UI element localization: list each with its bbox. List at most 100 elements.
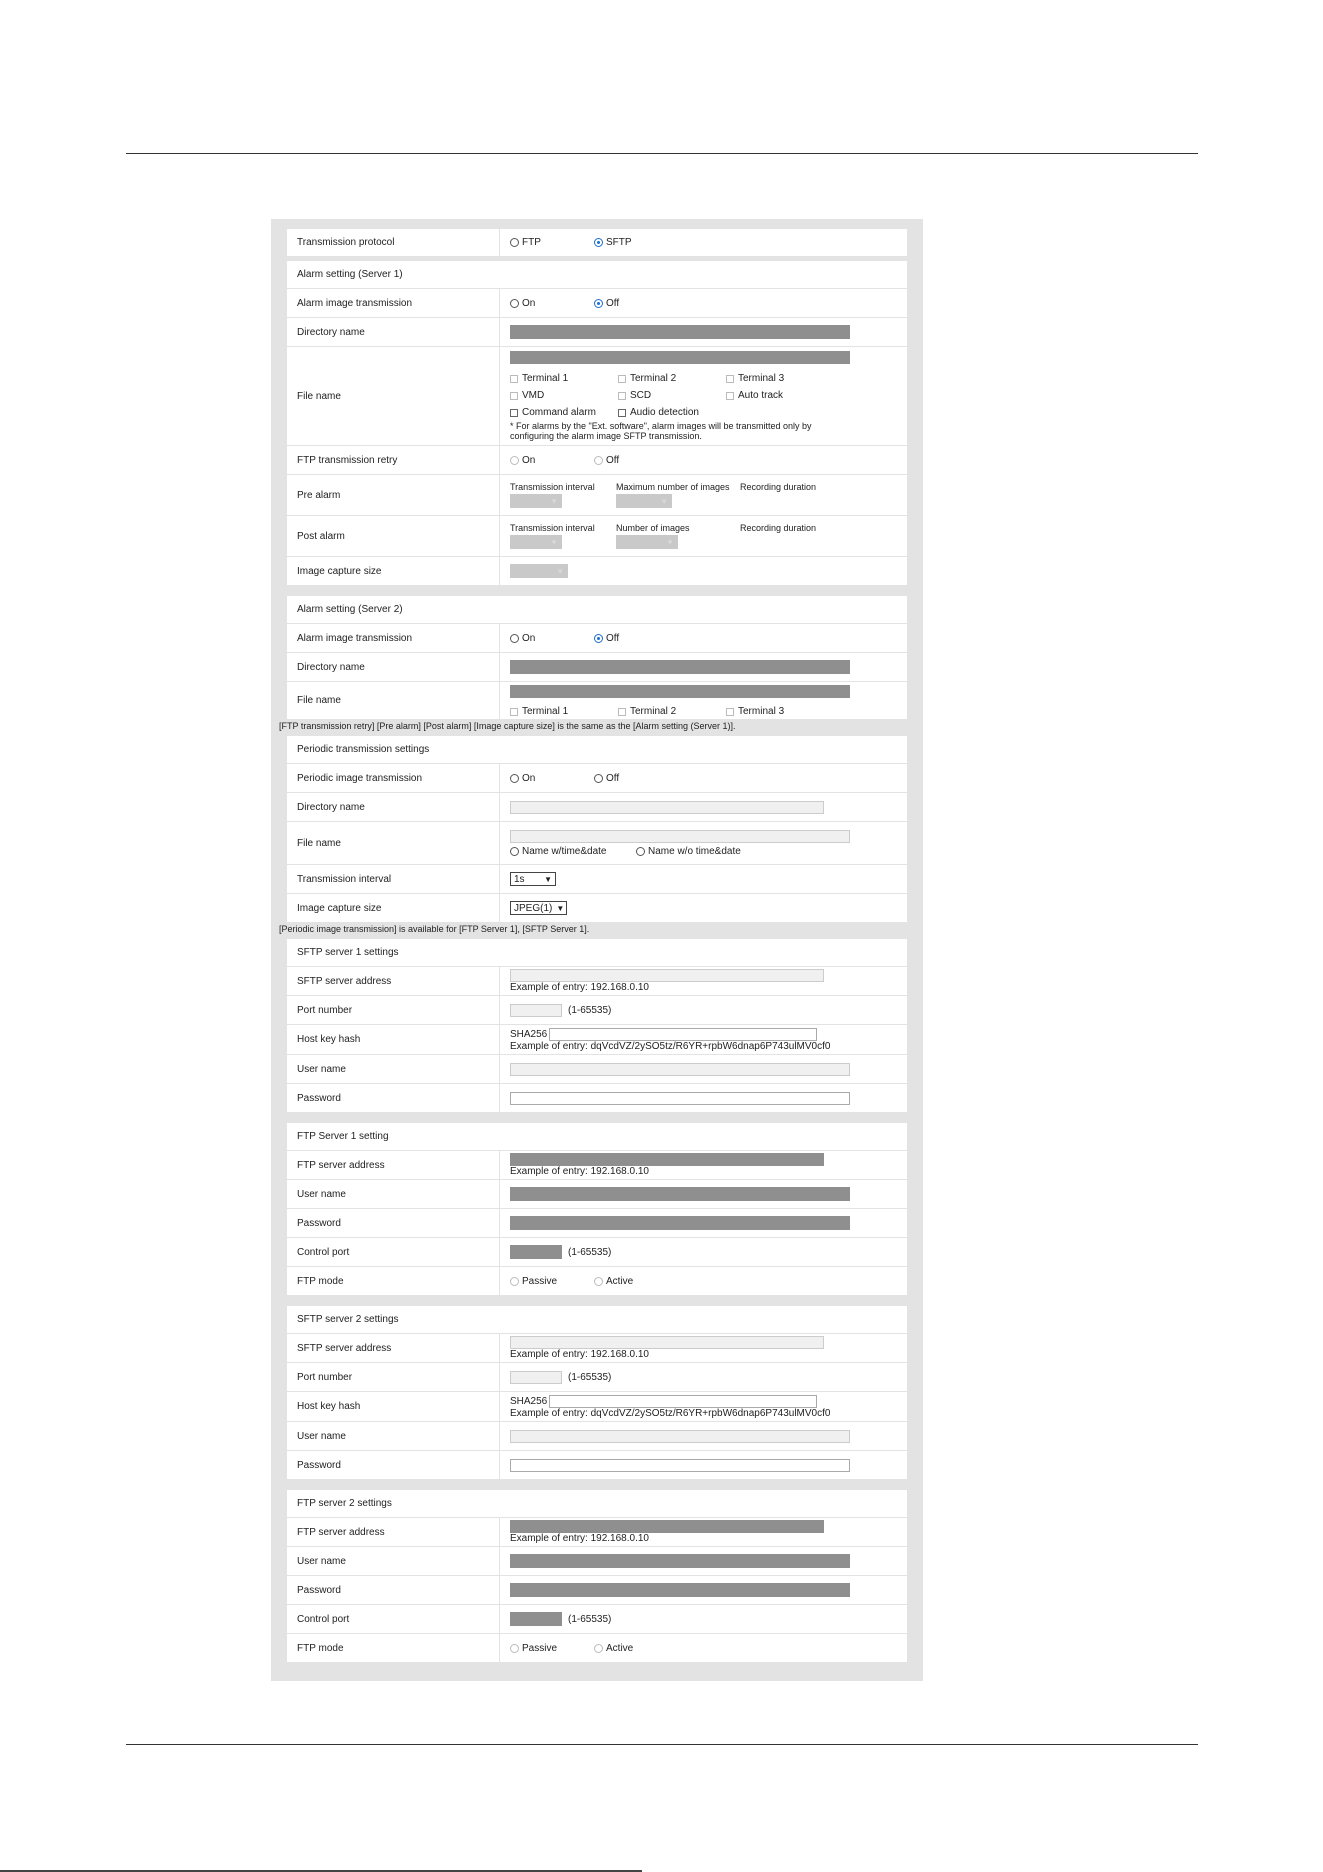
alarm1-terminal1-check[interactable]: Terminal 1 <box>510 373 618 384</box>
periodic-on-radio[interactable]: On <box>510 773 594 784</box>
protocol-label: Transmission protocol <box>287 229 500 256</box>
alarm1-autotrack-check[interactable]: Auto track <box>726 390 834 401</box>
alarm1-retry-off-radio[interactable]: Off <box>594 455 619 466</box>
sftp1-port-input[interactable] <box>510 1003 562 1017</box>
alarm1-header: Alarm setting (Server 1) <box>297 269 403 280</box>
alarm1-audio-check[interactable]: Audio detection <box>618 407 726 418</box>
alarm1-command-check[interactable]: Command alarm <box>510 407 618 418</box>
sftp1-hash-example: Example of entry: dqVcdVZ/2ySO5tz/R6YR+r… <box>510 1040 831 1052</box>
alarm1-terminal2-check[interactable]: Terminal 2 <box>618 373 726 384</box>
ftp2-port-range: (1-65535) <box>568 1613 612 1625</box>
alarm1-capture-select[interactable]: ▼ <box>510 564 568 578</box>
chevron-down-icon: ▼ <box>666 537 674 547</box>
alarm2-terminal2-check[interactable]: Terminal 2 <box>618 706 726 717</box>
sftp2-user-label: User name <box>287 1422 500 1450</box>
ftp1-address-input[interactable] <box>510 1153 824 1166</box>
alarm2-directory-input[interactable] <box>510 660 850 674</box>
name-with-timedate-radio[interactable]: Name w/time&date <box>510 846 636 857</box>
alarm1-filename-input[interactable] <box>510 351 850 364</box>
alarm2-off-radio[interactable]: Off <box>594 633 619 644</box>
pre-alarm-label: Pre alarm <box>287 475 500 515</box>
sftp1-address-input[interactable] <box>510 969 824 982</box>
sftp2-hash-example: Example of entry: dqVcdVZ/2ySO5tz/R6YR+r… <box>510 1407 831 1419</box>
sftp2-address-input[interactable] <box>510 1336 824 1349</box>
settings-panel: Transmission protocol FTP SFTP Alarm set… <box>271 219 923 1681</box>
periodic-transmission-label: Periodic image transmission <box>287 764 500 792</box>
periodic-off-radio[interactable]: Off <box>594 773 619 784</box>
protocol-row: Transmission protocol FTP SFTP <box>287 229 907 256</box>
radio-icon <box>594 773 603 783</box>
post-alarm-interval-select[interactable]: ▼ <box>510 535 562 549</box>
alarm1-note-line2: configuring the alarm image SFTP transmi… <box>510 431 702 441</box>
sftp1-user-input[interactable] <box>510 1062 850 1076</box>
checkbox-icon <box>726 707 734 716</box>
checkbox-icon <box>510 408 518 417</box>
periodic-interval-label: Transmission interval <box>287 865 500 893</box>
alarm1-off-radio[interactable]: Off <box>594 298 619 309</box>
sftp2-password-input[interactable] <box>510 1458 850 1472</box>
radio-icon <box>510 1643 519 1653</box>
ftp1-active-radio[interactable]: Active <box>594 1276 633 1287</box>
alarm2-terminal3-check[interactable]: Terminal 3 <box>726 706 834 717</box>
periodic-directory-input[interactable] <box>510 800 824 814</box>
periodic-header: Periodic transmission settings <box>297 744 430 755</box>
alarm2-terminal1-check[interactable]: Terminal 1 <box>510 706 618 717</box>
alarm1-directory-input[interactable] <box>510 325 850 339</box>
ftp1-port-range: (1-65535) <box>568 1246 612 1258</box>
alarm1-terminal3-check[interactable]: Terminal 3 <box>726 373 834 384</box>
ftp1-port-input[interactable] <box>510 1245 562 1259</box>
sftp2-address-label: SFTP server address <box>287 1334 500 1362</box>
radio-selected-icon <box>594 298 603 308</box>
radio-icon <box>510 846 519 856</box>
ftp1-address-label: FTP server address <box>287 1151 500 1179</box>
pre-alarm-duration-label: Recording duration <box>740 482 817 492</box>
periodic-interval-select[interactable]: 1s ▼ <box>510 872 556 886</box>
sftp1-hash-label: Host key hash <box>287 1025 500 1054</box>
ftp2-password-input[interactable] <box>510 1583 850 1597</box>
name-without-timedate-radio[interactable]: Name w/o time&date <box>636 846 741 857</box>
radio-selected-icon <box>594 238 603 247</box>
sftp1-password-input[interactable] <box>510 1091 850 1105</box>
ftp2-active-radio[interactable]: Active <box>594 1643 633 1654</box>
alarm1-vmd-check[interactable]: VMD <box>510 390 618 401</box>
ftp1-password-input[interactable] <box>510 1216 850 1230</box>
alarm1-table: Alarm setting (Server 1) Alarm image tra… <box>287 261 907 585</box>
periodic-capture-select[interactable]: JPEG(1) ▼ <box>510 901 567 915</box>
ftp2-address-input[interactable] <box>510 1520 824 1533</box>
ftp1-address-example: Example of entry: 192.168.0.10 <box>510 1166 649 1177</box>
alarm2-on-radio[interactable]: On <box>510 633 594 644</box>
ftp1-user-input[interactable] <box>510 1187 850 1201</box>
protocol-sftp-radio[interactable]: SFTP <box>594 237 632 248</box>
chevron-down-icon: ▼ <box>550 496 558 506</box>
ftp2-passive-radio[interactable]: Passive <box>510 1643 594 1654</box>
periodic-filename-label: File name <box>287 822 500 864</box>
alarm1-on-radio[interactable]: On <box>510 298 594 309</box>
sftp1-address-example: Example of entry: 192.168.0.10 <box>510 982 649 993</box>
periodic-filename-input[interactable] <box>510 829 850 843</box>
bottom-rule <box>126 1744 1198 1745</box>
sftp2-table: SFTP server 2 settings SFTP server addre… <box>287 1306 907 1479</box>
ftp2-user-input[interactable] <box>510 1554 850 1568</box>
ftp2-port-input[interactable] <box>510 1612 562 1626</box>
checkbox-icon <box>510 391 518 400</box>
checkbox-icon <box>510 707 518 716</box>
sftp2-port-input[interactable] <box>510 1370 562 1384</box>
post-alarm-count-select[interactable]: ▼ <box>616 535 678 549</box>
chevron-down-icon: ▼ <box>550 537 558 547</box>
protocol-ftp-radio[interactable]: FTP <box>510 237 594 248</box>
alarm2-transmission-label: Alarm image transmission <box>287 624 500 652</box>
post-alarm-label: Post alarm <box>287 516 500 556</box>
sftp1-hash-input[interactable] <box>549 1027 818 1041</box>
checkbox-icon <box>618 408 626 417</box>
sftp2-user-input[interactable] <box>510 1429 850 1443</box>
alarm2-filename-input[interactable] <box>510 685 850 698</box>
alarm1-retry-on-radio[interactable]: On <box>510 455 594 466</box>
sftp2-hash-input[interactable] <box>549 1394 818 1408</box>
sftp2-hash-prefix: SHA256 <box>510 1395 548 1407</box>
ftp1-passive-radio[interactable]: Passive <box>510 1276 594 1287</box>
alarm1-transmission-label: Alarm image transmission <box>287 289 500 317</box>
pre-alarm-max-select[interactable]: ▼ <box>616 494 672 508</box>
alarm1-scd-check[interactable]: SCD <box>618 390 726 401</box>
pre-alarm-interval-select[interactable]: ▼ <box>510 494 562 508</box>
radio-icon <box>510 1276 519 1286</box>
